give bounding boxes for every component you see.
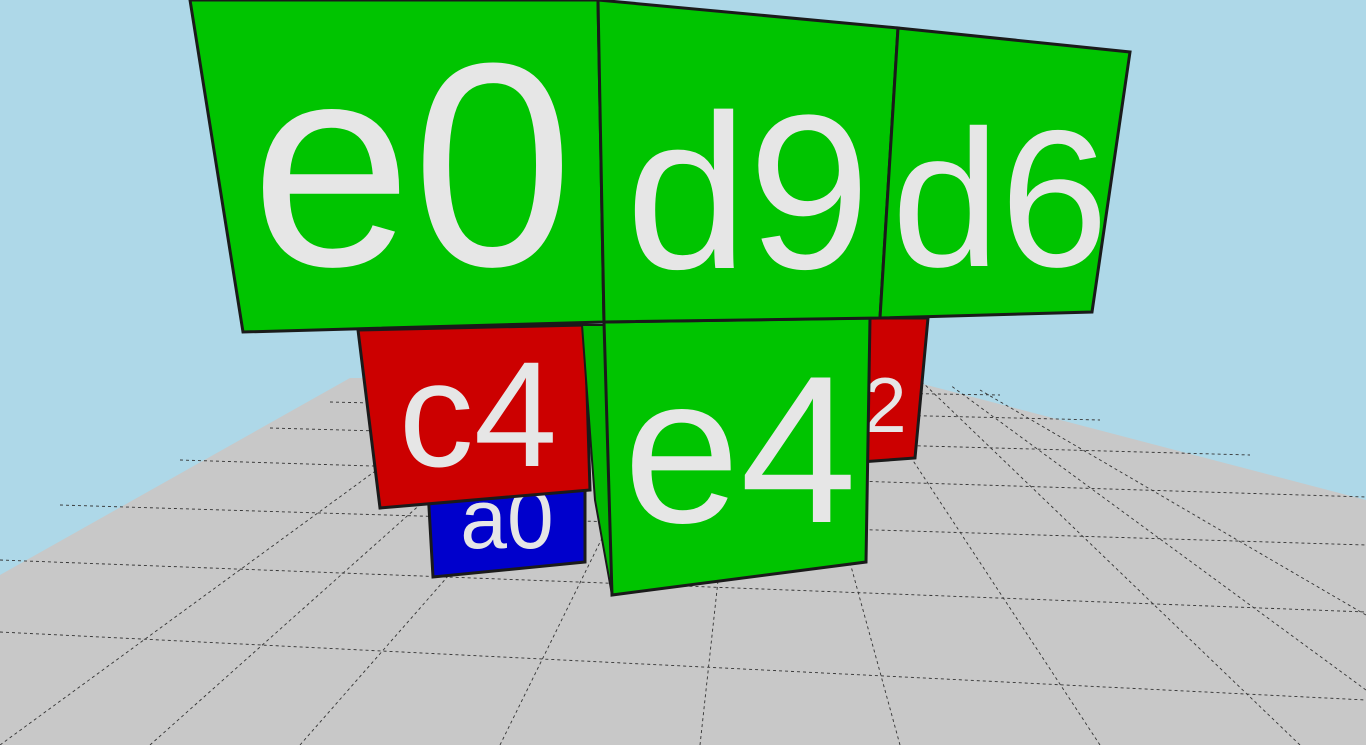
- block-e4[interactable]: e4: [602, 316, 872, 597]
- block-c4[interactable]: c4: [356, 323, 592, 510]
- block-d9[interactable]: d9: [596, 0, 900, 324]
- block-e0-label: e0: [251, 3, 574, 327]
- block-d6[interactable]: d6: [878, 26, 1132, 320]
- block-d6-label: d6: [892, 90, 1109, 308]
- block-e4-label: e4: [623, 332, 857, 567]
- 3d-block-scene[interactable]: 2 a0 c4 e4 e0 d9 d6: [0, 0, 1366, 745]
- block-e0[interactable]: e0: [188, 0, 606, 334]
- block-d9-label: d9: [626, 69, 871, 315]
- block-c4-label: c4: [399, 330, 557, 498]
